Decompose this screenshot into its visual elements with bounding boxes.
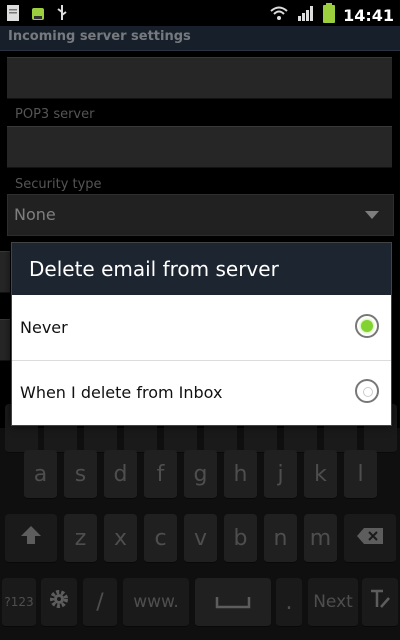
- battery-icon: [323, 3, 336, 27]
- delete-email-dialog: Delete email from server Never When I de…: [11, 242, 392, 426]
- dialog-title-bar: Delete email from server: [12, 243, 391, 295]
- option-never[interactable]: Never: [12, 296, 391, 360]
- option-label: Never: [20, 318, 68, 337]
- radio-unselected-icon[interactable]: [355, 379, 379, 403]
- usb-icon: [56, 4, 68, 26]
- option-when-delete-from-inbox[interactable]: When I delete from Inbox: [12, 360, 391, 425]
- status-left-icons: [6, 4, 68, 26]
- radio-selected-icon[interactable]: [355, 314, 379, 338]
- document-icon: [6, 4, 20, 26]
- dialog-title: Delete email from server: [29, 257, 279, 281]
- option-label: When I delete from Inbox: [20, 383, 223, 402]
- status-bar: 14:41: [0, 0, 400, 26]
- signal-icon: [297, 4, 315, 26]
- status-right-icons: 14:41: [269, 3, 394, 27]
- android-icon: [30, 4, 46, 26]
- wifi-icon: [269, 5, 289, 25]
- status-time: 14:41: [343, 5, 394, 25]
